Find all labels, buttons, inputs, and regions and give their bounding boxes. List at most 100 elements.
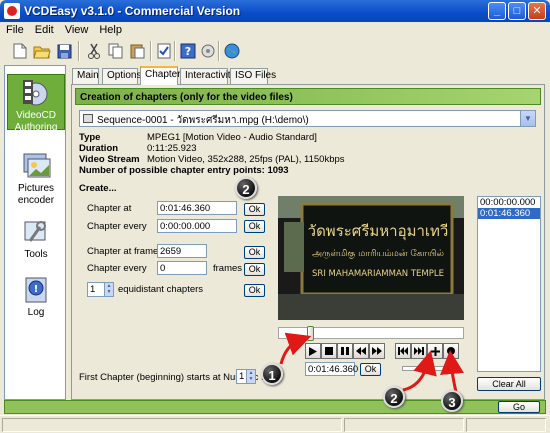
- chapter-every-input[interactable]: 0:00:00.000: [157, 219, 237, 233]
- title-bar[interactable]: VCDEasy v3.1.0 - Commercial Version _ □ …: [0, 0, 550, 22]
- close-button[interactable]: ✕: [528, 2, 546, 20]
- rewind-icon[interactable]: [353, 343, 369, 359]
- sidebar-item-label: Tools: [24, 249, 48, 260]
- open-folder-icon[interactable]: [32, 41, 52, 61]
- about-icon[interactable]: [198, 41, 218, 61]
- menu-edit[interactable]: Edit: [29, 22, 59, 36]
- section-header: Creation of chapters (only for the video…: [75, 88, 541, 105]
- status-cell: [344, 418, 464, 432]
- video-stream-value: Motion Video, 352x288, 25fps (PAL), 1150…: [147, 154, 345, 165]
- log-icon: !: [21, 275, 51, 305]
- menu-view[interactable]: View: [59, 22, 94, 36]
- stop-icon[interactable]: [321, 343, 337, 359]
- paste-icon[interactable]: [128, 41, 148, 61]
- check-icon[interactable]: [154, 41, 174, 61]
- type-value: MPEG1 [Motion Video - Audio Standard]: [147, 132, 317, 143]
- tab-main[interactable]: Main: [72, 68, 99, 84]
- new-file-icon[interactable]: [10, 41, 30, 61]
- video-sign-tamil: அருள்மிகு மாரியம்மன் கோயில்: [312, 249, 444, 260]
- copy-icon[interactable]: [106, 41, 126, 61]
- equidistant-stepper[interactable]: 1 ▲ ▼: [87, 282, 114, 297]
- toolbar-separator: [78, 41, 80, 61]
- video-preview: วัดพระศรีมหาอุมาเทวี அருள்மிகு மாரியம்மன…: [278, 196, 464, 320]
- next-chapter-icon[interactable]: [411, 343, 427, 359]
- tab-iso-files[interactable]: ISO Files: [230, 68, 276, 84]
- sidebar: VideoCD Authoring Pictures encoder Tools…: [4, 65, 66, 400]
- fast-forward-icon[interactable]: [369, 343, 385, 359]
- play-icon[interactable]: [305, 343, 321, 359]
- video-position-slider[interactable]: [278, 327, 464, 339]
- save-icon[interactable]: [54, 41, 74, 61]
- app-icon: [4, 3, 20, 19]
- equidistant-ok-button[interactable]: Ok: [244, 284, 265, 297]
- chapter-at-input[interactable]: 0:01:46.360: [157, 201, 237, 215]
- tab-interactivity[interactable]: Interactivity: [180, 68, 236, 84]
- sidebar-item-label: Log: [27, 307, 45, 318]
- clear-all-button[interactable]: Clear All: [477, 377, 541, 391]
- sidebar-item-log[interactable]: ! Log: [7, 272, 65, 318]
- sidebar-item-label: VideoCD: [16, 110, 56, 121]
- duration-label: Duration: [79, 143, 119, 154]
- add-chapter-icon[interactable]: [427, 343, 443, 359]
- web-icon[interactable]: [222, 41, 242, 61]
- toolbar-separator: [150, 41, 152, 61]
- equidistant-value: 1: [90, 284, 96, 295]
- toolbar-separator: [218, 41, 220, 61]
- chapter-at-frame-ok-button[interactable]: Ok: [244, 246, 265, 259]
- record-icon[interactable]: [443, 343, 459, 359]
- chapter-at-ok-button[interactable]: Ok: [244, 203, 265, 216]
- video-stream-label: Video Stream: [79, 154, 140, 165]
- list-item[interactable]: 00:00:00.000: [478, 197, 540, 208]
- chapter-at-label: Chapter at: [87, 203, 132, 214]
- spin-arrows-icon[interactable]: ▲ ▼: [246, 370, 255, 383]
- tools-icon: [21, 217, 51, 247]
- film-icon: [83, 114, 93, 123]
- chapter-every-frames-ok-button[interactable]: Ok: [244, 263, 265, 276]
- bottom-bar: [4, 400, 546, 414]
- cut-icon[interactable]: [84, 41, 104, 61]
- player-time-input[interactable]: 0:01:46.360: [305, 362, 358, 376]
- chapter-every-ok-button[interactable]: Ok: [244, 220, 265, 233]
- menu-help[interactable]: Help: [93, 22, 127, 36]
- svg-text:?: ?: [185, 45, 191, 58]
- pause-icon[interactable]: [337, 343, 353, 359]
- chapter-at-frame-input[interactable]: 2659: [157, 244, 207, 258]
- window-title: VCDEasy v3.1.0 - Commercial Version: [24, 4, 241, 18]
- sidebar-item-pictures-encoder[interactable]: Pictures encoder: [7, 148, 65, 206]
- previous-chapter-icon[interactable]: [395, 343, 411, 359]
- callout-1: 1: [261, 363, 283, 385]
- chapter-every-frames-input[interactable]: 0: [157, 261, 207, 275]
- list-item[interactable]: 0:01:46.360: [478, 208, 540, 219]
- entry-points-label: Number of possible chapter entry points:…: [79, 165, 289, 176]
- sequence-select[interactable]: Sequence-0001 - วัดพระศรีมหา.mpg (H:\dem…: [79, 110, 536, 127]
- toolbar-separator: [174, 41, 176, 61]
- chapter-at-frame-label: Chapter at frame: [87, 246, 159, 257]
- first-chapter-stepper[interactable]: 1 ▲ ▼: [236, 369, 256, 384]
- spin-arrows-icon[interactable]: ▲ ▼: [104, 283, 113, 296]
- help-icon[interactable]: ?: [178, 41, 198, 61]
- callout-2-top: 2: [235, 177, 257, 199]
- status-bar: [0, 415, 550, 433]
- go-button[interactable]: Go: [498, 401, 540, 413]
- sidebar-item-videocd-authoring[interactable]: VideoCD Authoring: [7, 74, 65, 133]
- video-position-thumb[interactable]: [306, 326, 314, 341]
- toolbar: ?: [4, 39, 544, 63]
- minimize-button[interactable]: _: [488, 2, 506, 20]
- equidistant-label: equidistant chapters: [118, 284, 204, 295]
- tab-chapters[interactable]: Chapters: [140, 66, 186, 85]
- maximize-button[interactable]: □: [508, 2, 526, 20]
- chapter-every-frames-label: Chapter every: [87, 263, 147, 274]
- player-ok-button[interactable]: Ok: [360, 363, 381, 376]
- create-label: Create...: [79, 183, 117, 194]
- first-chapter-value: 1: [239, 371, 245, 382]
- tab-options[interactable]: Options: [102, 68, 141, 84]
- chapter-every-label: Chapter every: [87, 221, 147, 232]
- menu-bar: File Edit View Help: [0, 22, 550, 39]
- step-slider[interactable]: [402, 366, 444, 371]
- menu-file[interactable]: File: [0, 22, 29, 36]
- chevron-down-icon[interactable]: ▼: [520, 111, 535, 126]
- film-disc-icon: [21, 78, 51, 108]
- chapter-list[interactable]: 00:00:00.000 0:01:46.360: [477, 196, 541, 372]
- step-slider-thumb[interactable]: [427, 361, 433, 374]
- sidebar-item-tools[interactable]: Tools: [7, 214, 65, 260]
